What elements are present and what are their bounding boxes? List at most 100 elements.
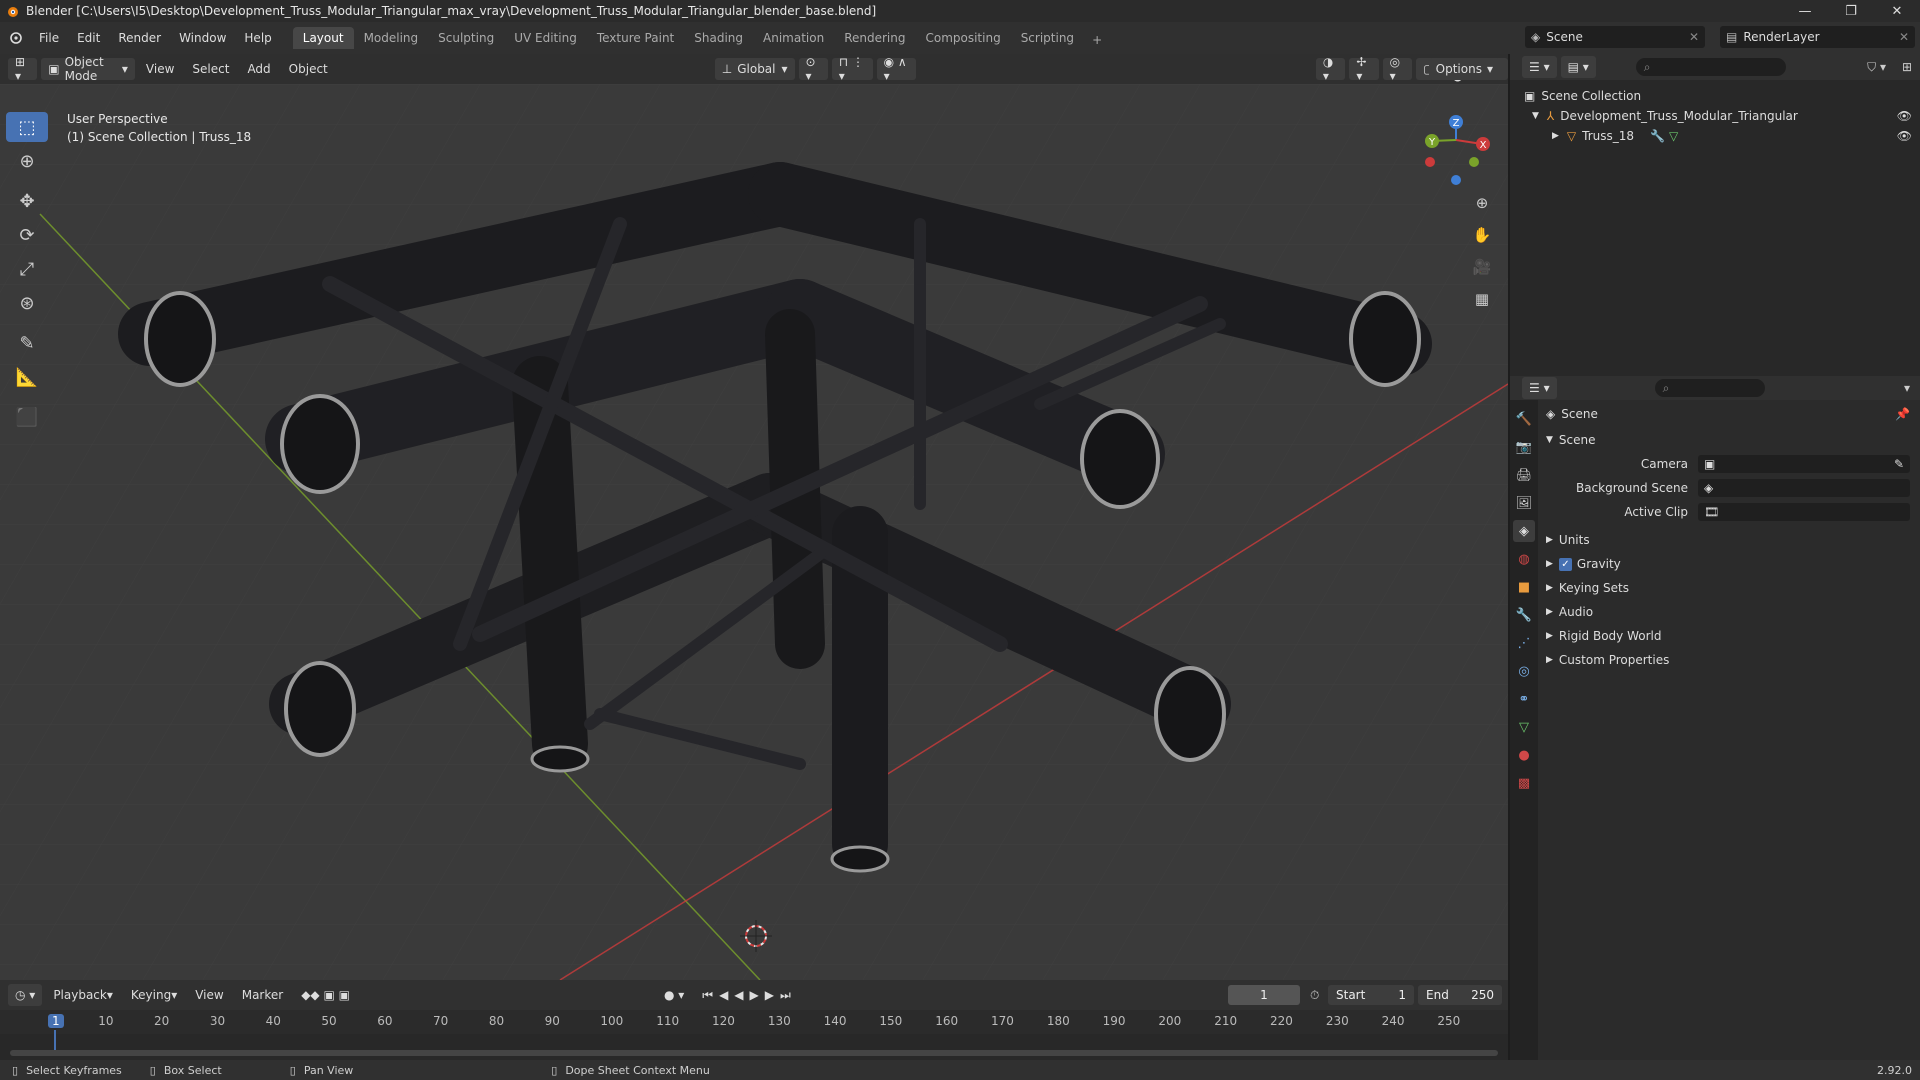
transform-orientation-dropdown[interactable]: ⊥ Global ▾ <box>714 58 795 80</box>
add-cube-tool-icon[interactable]: ⬛ <box>6 402 48 432</box>
scale-tool-icon[interactable]: ⤢ <box>6 254 48 284</box>
tab-rendering[interactable]: Rendering <box>834 27 915 49</box>
measure-tool-icon[interactable]: 📐 <box>6 362 48 392</box>
properties-search-input[interactable]: ⌕ <box>1654 379 1765 397</box>
pivot-point-icon[interactable]: ⊙ ▾ <box>798 55 828 83</box>
tool-tab-icon[interactable]: 🔨 <box>1513 408 1535 430</box>
visibility-eye-icon[interactable]: 👁 <box>1897 109 1912 123</box>
tab-animation[interactable]: Animation <box>753 27 834 49</box>
panel-audio[interactable]: ▶ Audio <box>1542 600 1920 624</box>
tab-texture-paint[interactable]: Texture Paint <box>587 27 684 49</box>
mode-dropdown[interactable]: ▣ Object Mode ▾ <box>41 55 135 83</box>
physics-tab-icon[interactable]: ◎ <box>1513 660 1535 682</box>
tab-modeling[interactable]: Modeling <box>354 27 429 49</box>
world-tab-icon[interactable]: ◍ <box>1513 548 1535 570</box>
modifier-tab-icon[interactable]: 🔧 <box>1513 604 1535 626</box>
output-tab-icon[interactable]: 🖨 <box>1513 464 1535 486</box>
properties-editor-type-icon[interactable]: ☰ ▾ <box>1522 377 1557 399</box>
object-tab-icon[interactable]: ■ <box>1513 576 1535 598</box>
annotate-tool-icon[interactable]: ✎ <box>6 328 48 358</box>
viewport-menu-view[interactable]: View <box>139 58 181 80</box>
visibility-icon[interactable]: ◑ ▾ <box>1315 55 1346 83</box>
stopwatch-icon[interactable]: ⏱ <box>1310 988 1319 1003</box>
viewport-scene[interactable]: Z X Y <box>0 84 1508 980</box>
editor-type-icon[interactable]: ⊞ ▾ <box>8 55 38 83</box>
eyedropper-icon[interactable]: ✎ <box>1894 457 1904 471</box>
tab-layout[interactable]: Layout <box>292 27 354 49</box>
active-clip-field[interactable]: 🎞 <box>1698 503 1910 521</box>
pin-icon[interactable]: 📌 <box>1895 407 1910 421</box>
texture-tab-icon[interactable]: ▩ <box>1513 772 1535 794</box>
new-collection-icon[interactable]: ⊞ <box>1902 60 1912 74</box>
snap-icon[interactable]: ⊓ ⋮ ▾ <box>831 55 873 83</box>
timeline-menu-playback[interactable]: Playback ▾ <box>46 984 120 1006</box>
panel-gravity[interactable]: ▶ ✓ Gravity <box>1542 552 1920 576</box>
add-workspace-icon[interactable]: + <box>1084 31 1110 49</box>
viewport-menu-select[interactable]: Select <box>185 58 236 80</box>
scene-selector[interactable]: ◈ Scene ✕ <box>1525 26 1705 48</box>
select-box-tool-icon[interactable]: ⬚ <box>6 112 48 142</box>
tab-compositing[interactable]: Compositing <box>915 27 1010 49</box>
timeline-menu-view[interactable]: View <box>188 984 230 1006</box>
blender-menu-icon[interactable] <box>0 30 30 47</box>
data-tab-icon[interactable]: ▽ <box>1513 716 1535 738</box>
material-tab-icon[interactable]: ● <box>1513 744 1535 766</box>
chevron-down-icon[interactable]: ▾ <box>1904 381 1910 395</box>
keyframe-buttons-icon[interactable]: ◆◆ ▣ ▣ <box>294 984 357 1006</box>
tab-uv-editing[interactable]: UV Editing <box>504 27 587 49</box>
options-dropdown[interactable]: Options ▾ <box>1428 58 1500 80</box>
scene-section-header[interactable]: ▼ Scene <box>1542 428 1920 452</box>
timeline-menu-keying[interactable]: Keying ▾ <box>124 984 184 1006</box>
tab-sculpting[interactable]: Sculpting <box>428 27 504 49</box>
background-scene-field[interactable]: ◈ <box>1698 479 1910 497</box>
panel-custom-properties[interactable]: ▶ Custom Properties <box>1542 648 1920 672</box>
visibility-eye-icon[interactable]: 👁 <box>1897 129 1912 143</box>
current-frame-marker[interactable]: 1 <box>48 1014 64 1028</box>
outliner-editor-type-icon[interactable]: ☰ ▾ <box>1522 56 1557 78</box>
close-button[interactable]: ✕ <box>1874 0 1920 22</box>
perspective-grid-icon[interactable]: ▦ <box>1468 286 1496 312</box>
render-layer-close-icon[interactable]: ✕ <box>1899 30 1909 44</box>
pan-hand-icon[interactable]: ✋ <box>1468 222 1496 248</box>
current-frame-field[interactable]: 1 <box>1228 985 1300 1005</box>
render-tab-icon[interactable]: 📷 <box>1513 436 1535 458</box>
camera-view-icon[interactable]: 🎥 <box>1468 254 1496 280</box>
maximize-button[interactable]: ❐ <box>1828 0 1874 22</box>
panel-rigid-body-world[interactable]: ▶ Rigid Body World <box>1542 624 1920 648</box>
tab-scripting[interactable]: Scripting <box>1011 27 1084 49</box>
timeline-editor-type-icon[interactable]: ◷ ▾ <box>8 984 43 1006</box>
expand-arrow-icon[interactable]: ▶ <box>1552 131 1559 141</box>
render-layer-selector[interactable]: ▤ RenderLayer ✕ <box>1720 26 1915 48</box>
panel-keying-sets[interactable]: ▶ Keying Sets <box>1542 576 1920 600</box>
menu-help[interactable]: Help <box>235 31 280 45</box>
menu-window[interactable]: Window <box>170 31 235 45</box>
proportional-edit-icon[interactable]: ◉ ∧ ▾ <box>876 55 916 83</box>
3d-viewport[interactable]: Z X Y User Perspective (1) Scene Collect… <box>0 84 1508 980</box>
camera-field[interactable]: ▣ ✎ <box>1698 455 1910 473</box>
expand-arrow-icon[interactable]: ▼ <box>1532 111 1539 121</box>
menu-file[interactable]: File <box>30 31 68 45</box>
playhead-line[interactable] <box>54 1030 56 1052</box>
playback-controls[interactable]: ⏮◀◀▶▶⏭ <box>695 984 804 1006</box>
zoom-icon[interactable]: ⊕ <box>1468 190 1496 216</box>
cursor-tool-icon[interactable]: ⊕ <box>6 146 48 176</box>
menu-edit[interactable]: Edit <box>68 31 109 45</box>
scene-tab-icon[interactable]: ◈ <box>1513 520 1535 542</box>
outliner-item-collection[interactable]: ▼ ⅄ Development_Truss_Modular_Triangular… <box>1524 106 1920 126</box>
timeline-menu-marker[interactable]: Marker <box>235 984 290 1006</box>
view-layer-tab-icon[interactable]: 🖼 <box>1513 492 1535 514</box>
end-frame-field[interactable]: End 250 <box>1418 985 1502 1005</box>
menu-render[interactable]: Render <box>109 31 170 45</box>
overlay-toggle-icon[interactable]: ◎ ▾ <box>1382 55 1413 83</box>
rotate-tool-icon[interactable]: ⟳ <box>6 220 48 250</box>
frame-ruler[interactable]: 1 10 20 30 40 50 60 70 80 90 100 110 120 130 140 150 160… <box>0 1010 1508 1052</box>
particles-tab-icon[interactable]: ⋰ <box>1513 632 1535 654</box>
minimize-button[interactable]: — <box>1782 0 1828 22</box>
viewport-menu-object[interactable]: Object <box>282 58 335 80</box>
panel-units[interactable]: ▶ Units <box>1542 528 1920 552</box>
outliner-display-mode-icon[interactable]: ▤ ▾ <box>1560 56 1596 78</box>
outliner-item-object[interactable]: ▶ ▽ Truss_18 🔧 ▽ 👁 <box>1524 126 1920 146</box>
constraints-tab-icon[interactable]: ⚭ <box>1513 688 1535 710</box>
tab-shading[interactable]: Shading <box>684 27 753 49</box>
gravity-checkbox[interactable]: ✓ <box>1558 557 1572 571</box>
